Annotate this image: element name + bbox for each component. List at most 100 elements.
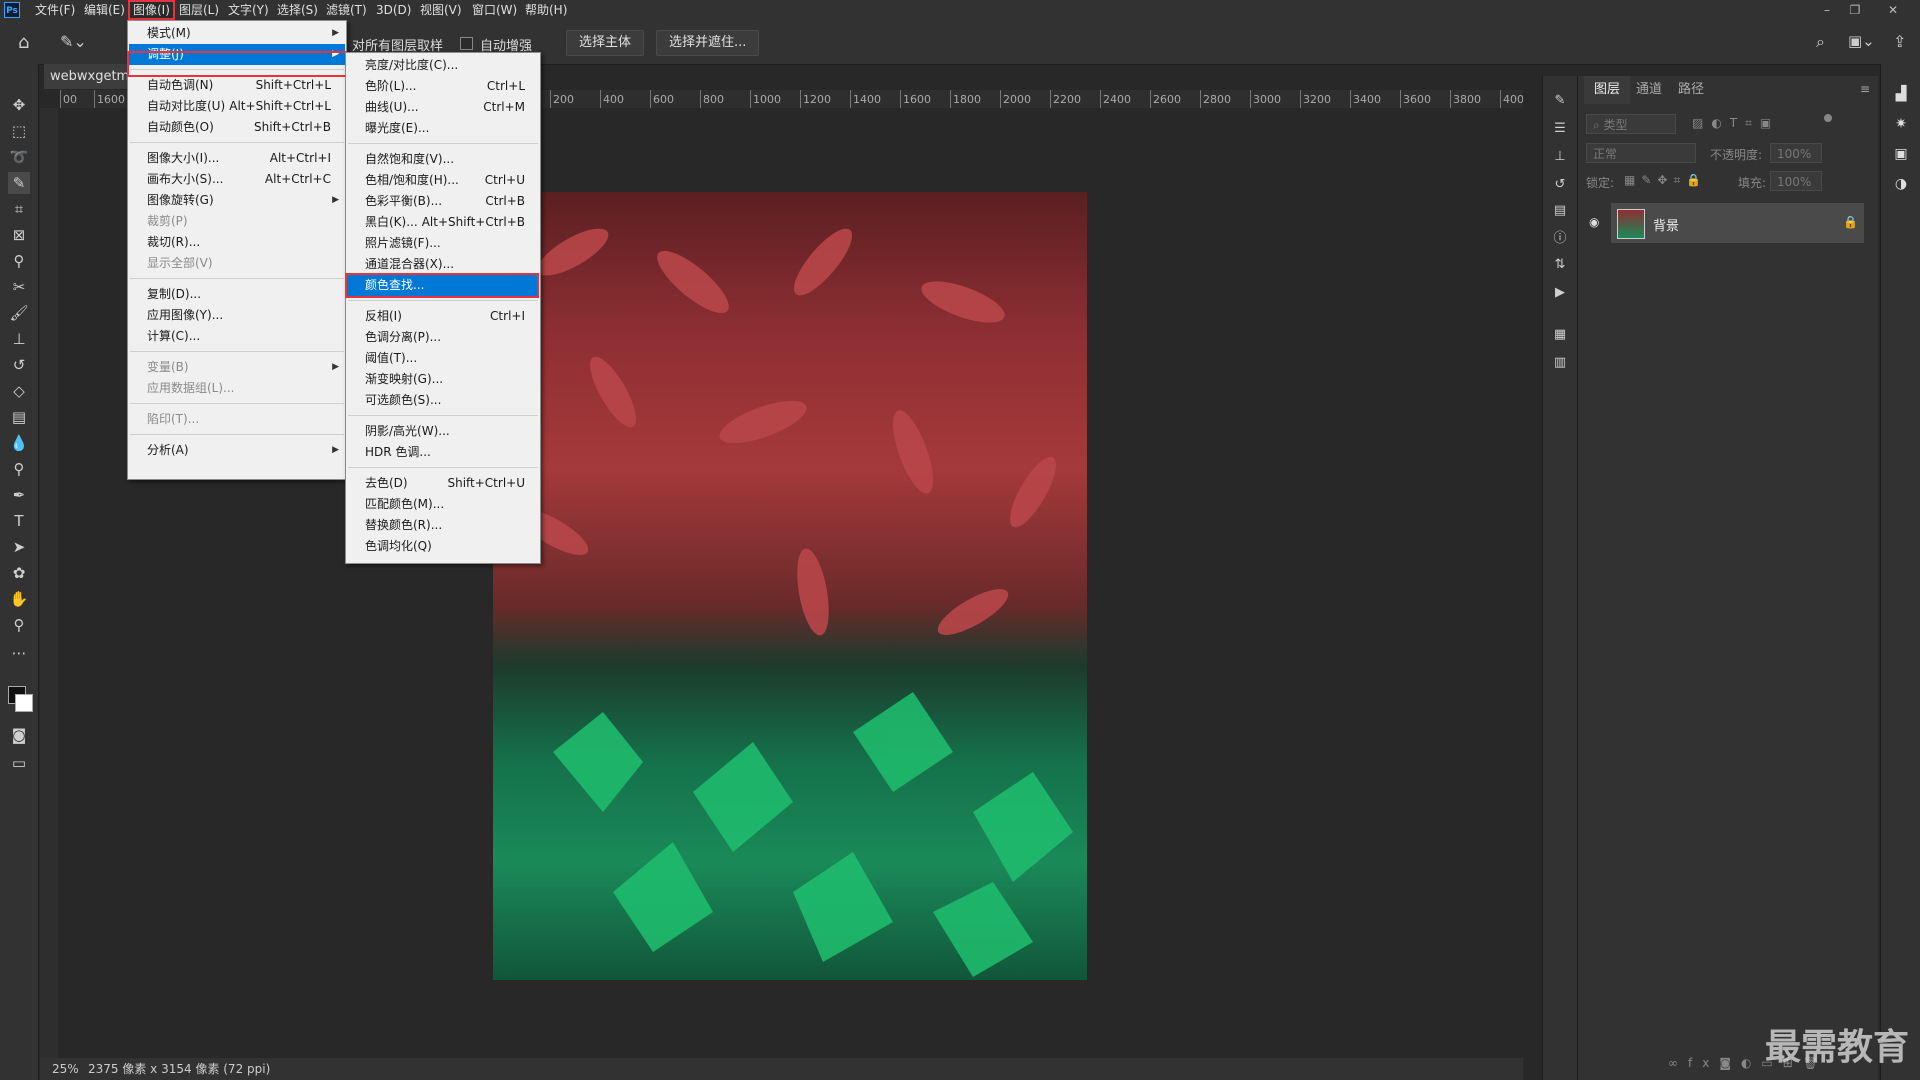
document-image[interactable] <box>493 192 1087 980</box>
histogram-icon[interactable]: ▟ <box>1891 84 1911 104</box>
pen-tool-icon[interactable]: ✒ <box>8 484 30 506</box>
stamp-tool-icon[interactable]: ⊥ <box>8 328 30 350</box>
image-menu-item[interactable]: 变量(B) ▶ <box>129 357 345 378</box>
document-tab[interactable]: webwxgetmsg <box>44 64 140 89</box>
blend-mode-select[interactable]: 正常 <box>1586 143 1696 163</box>
tab-paths[interactable]: 路径 <box>1668 76 1714 104</box>
image-menu-item[interactable]: 图像旋转(G) ▶ <box>129 190 345 211</box>
quick-selection-tool-icon[interactable]: ✎ <box>8 172 30 194</box>
adjust-menu-item[interactable]: 曝光度(E)... <box>347 118 539 139</box>
search-icon[interactable]: ⌕ <box>1816 32 1825 52</box>
notes-icon[interactable]: ▥ <box>1551 354 1569 372</box>
menu-file[interactable]: 文件(F) <box>32 0 78 20</box>
adjust-menu-item[interactable]: 照片滤镜(F)... <box>347 233 539 254</box>
actions-play-icon[interactable]: ▶ <box>1551 284 1569 302</box>
swatches-icon[interactable]: ▣ <box>1891 144 1911 164</box>
image-menu-item[interactable]: 自动色调(N) Shift+Ctrl+L <box>129 75 345 96</box>
path-selection-icon[interactable]: ➤ <box>8 536 30 558</box>
opacity-input[interactable]: 100% <box>1770 143 1822 163</box>
adjust-menu-item[interactable]: 色相/饱和度(H)... Ctrl+U <box>347 170 539 191</box>
adjust-menu-item[interactable]: 自然饱和度(V)... <box>347 149 539 170</box>
quick-selection-brush-icon[interactable]: ✎⌄ <box>60 32 87 51</box>
menu-3d[interactable]: 3D(D) <box>373 0 414 20</box>
close-button[interactable]: ✕ <box>1880 0 1906 20</box>
select-subject-button[interactable]: 选择主体 <box>566 30 645 56</box>
adjust-menu-item[interactable]: 去色(D) Shift+Ctrl+U <box>347 473 539 494</box>
select-and-mask-button[interactable]: 选择并遮住... <box>656 30 760 56</box>
image-menu-item[interactable]: 画布大小(S)... Alt+Ctrl+C <box>129 169 345 190</box>
shape-tool-icon[interactable]: ✿ <box>8 562 30 584</box>
eraser-tool-icon[interactable]: ◇ <box>8 380 30 402</box>
adjust-menu-item[interactable]: 通道混合器(X)... <box>347 254 539 275</box>
image-menu-item[interactable]: 应用数据组(L)... <box>129 378 345 399</box>
layer-filter-input[interactable]: ⌕ 类型 <box>1586 114 1676 134</box>
image-menu-item[interactable]: 模式(M) ▶ <box>129 23 345 44</box>
adjust-menu-item[interactable]: 亮度/对比度(C)... <box>347 55 539 76</box>
dodge-tool-icon[interactable]: ⚲ <box>8 458 30 480</box>
tab-channels[interactable]: 通道 <box>1626 76 1672 104</box>
image-menu-item[interactable]: 图像大小(I)... Alt+Ctrl+I <box>129 148 345 169</box>
paths-icon[interactable]: ⇅ <box>1551 256 1569 274</box>
image-menu-item[interactable]: 应用图像(Y)... <box>129 305 345 326</box>
eyedropper-tool-icon[interactable]: ⚲ <box>8 250 30 272</box>
document-info[interactable]: 2375 像素 x 3154 像素 (72 ppi) <box>88 1058 270 1080</box>
adjust-menu-item[interactable]: HDR 色调... <box>347 442 539 463</box>
adjust-menu-item[interactable]: 可选颜色(S)... <box>347 390 539 411</box>
crop-tool-icon[interactable]: ⌗ <box>8 198 30 220</box>
navigator-icon[interactable]: ✷ <box>1891 114 1911 134</box>
filter-kind-icons[interactable]: ▨◐T⌗▣ <box>1692 116 1779 131</box>
menu-type[interactable]: 文字(Y) <box>225 0 272 20</box>
background-color-swatch[interactable] <box>15 694 33 712</box>
panel-menu-icon[interactable]: ≡ <box>1860 82 1870 96</box>
image-menu-item[interactable]: 调整(J) ▶ <box>129 44 345 65</box>
menu-view[interactable]: 视图(V) <box>417 0 465 20</box>
info-icon[interactable]: ⓘ <box>1551 230 1569 248</box>
image-menu-item[interactable]: 陷印(T)... <box>129 409 345 430</box>
color-icon[interactable]: ◑ <box>1891 174 1911 194</box>
adjust-menu-item[interactable]: 色阶(L)... Ctrl+L <box>347 76 539 97</box>
minimize-button[interactable]: – <box>1814 0 1840 20</box>
home-icon[interactable]: ⌂ <box>18 32 29 53</box>
adjust-menu-item[interactable]: 颜色查找... <box>347 275 539 296</box>
frame-tool-icon[interactable]: ⊠ <box>8 224 30 246</box>
auto-enhance-checkbox[interactable] <box>460 37 473 50</box>
move-tool-icon[interactable]: ✥ <box>8 94 30 116</box>
adjust-menu-item[interactable]: 替换颜色(R)... <box>347 515 539 536</box>
healing-tool-icon[interactable]: ✂ <box>8 276 30 298</box>
adjust-menu-item[interactable]: 黑白(K)... Alt+Shift+Ctrl+B <box>347 212 539 233</box>
history-icon[interactable]: ↺ <box>1551 176 1569 194</box>
clone-source-icon[interactable]: ⊥ <box>1551 148 1569 166</box>
quick-mask-icon[interactable]: ◙ <box>8 724 30 746</box>
menu-help[interactable]: 帮助(H) <box>522 0 570 20</box>
adjustments-icon[interactable]: ☰ <box>1551 120 1569 138</box>
image-menu-item[interactable]: 显示全部(V) <box>129 253 345 274</box>
screen-mode-icon[interactable]: ▭ <box>8 752 30 774</box>
adjust-menu-item[interactable]: 色调分离(P)... <box>347 327 539 348</box>
image-menu-item[interactable]: 分析(A) ▶ <box>129 440 345 461</box>
gradient-tool-icon[interactable]: ▤ <box>8 406 30 428</box>
adjust-menu-item[interactable]: 阴影/高光(W)... <box>347 421 539 442</box>
lock-icons[interactable]: ▦✎✥⌗🔒 <box>1624 173 1707 188</box>
hand-tool-icon[interactable]: ✋ <box>8 588 30 610</box>
restore-button[interactable]: ❐ <box>1842 0 1868 20</box>
history-brush-icon[interactable]: ↺ <box>8 354 30 376</box>
workspace-icon[interactable]: ▣⌄ <box>1848 32 1875 50</box>
libraries-icon[interactable]: ▦ <box>1551 326 1569 344</box>
layer-name[interactable]: 背景 <box>1653 215 1679 234</box>
filter-toggle-icon[interactable] <box>1824 114 1832 122</box>
image-menu-item[interactable]: 计算(C)... <box>129 326 345 347</box>
lasso-tool-icon[interactable]: ➰ <box>8 146 30 168</box>
adjust-menu-item[interactable]: 反相(I) Ctrl+I <box>347 306 539 327</box>
more-tools-icon[interactable]: ⋯ <box>8 642 30 664</box>
adjust-menu-item[interactable]: 阈值(T)... <box>347 348 539 369</box>
menu-layer[interactable]: 图层(L) <box>176 0 222 20</box>
zoom-level[interactable]: 25% <box>52 1058 79 1080</box>
adjust-menu-item[interactable]: 渐变映射(G)... <box>347 369 539 390</box>
blur-tool-icon[interactable]: 💧 <box>8 432 30 454</box>
marquee-tool-icon[interactable]: ⬚ <box>8 120 30 142</box>
brush-tool-icon[interactable]: 🖌 <box>8 302 30 324</box>
adjust-menu-item[interactable]: 色调均化(Q) <box>347 536 539 557</box>
image-menu-item[interactable]: 裁剪(P) <box>129 211 345 232</box>
layer-row-background[interactable]: ◉ 背景 🔒 <box>1589 203 1864 243</box>
brush-settings-icon[interactable]: ✎ <box>1551 92 1569 110</box>
